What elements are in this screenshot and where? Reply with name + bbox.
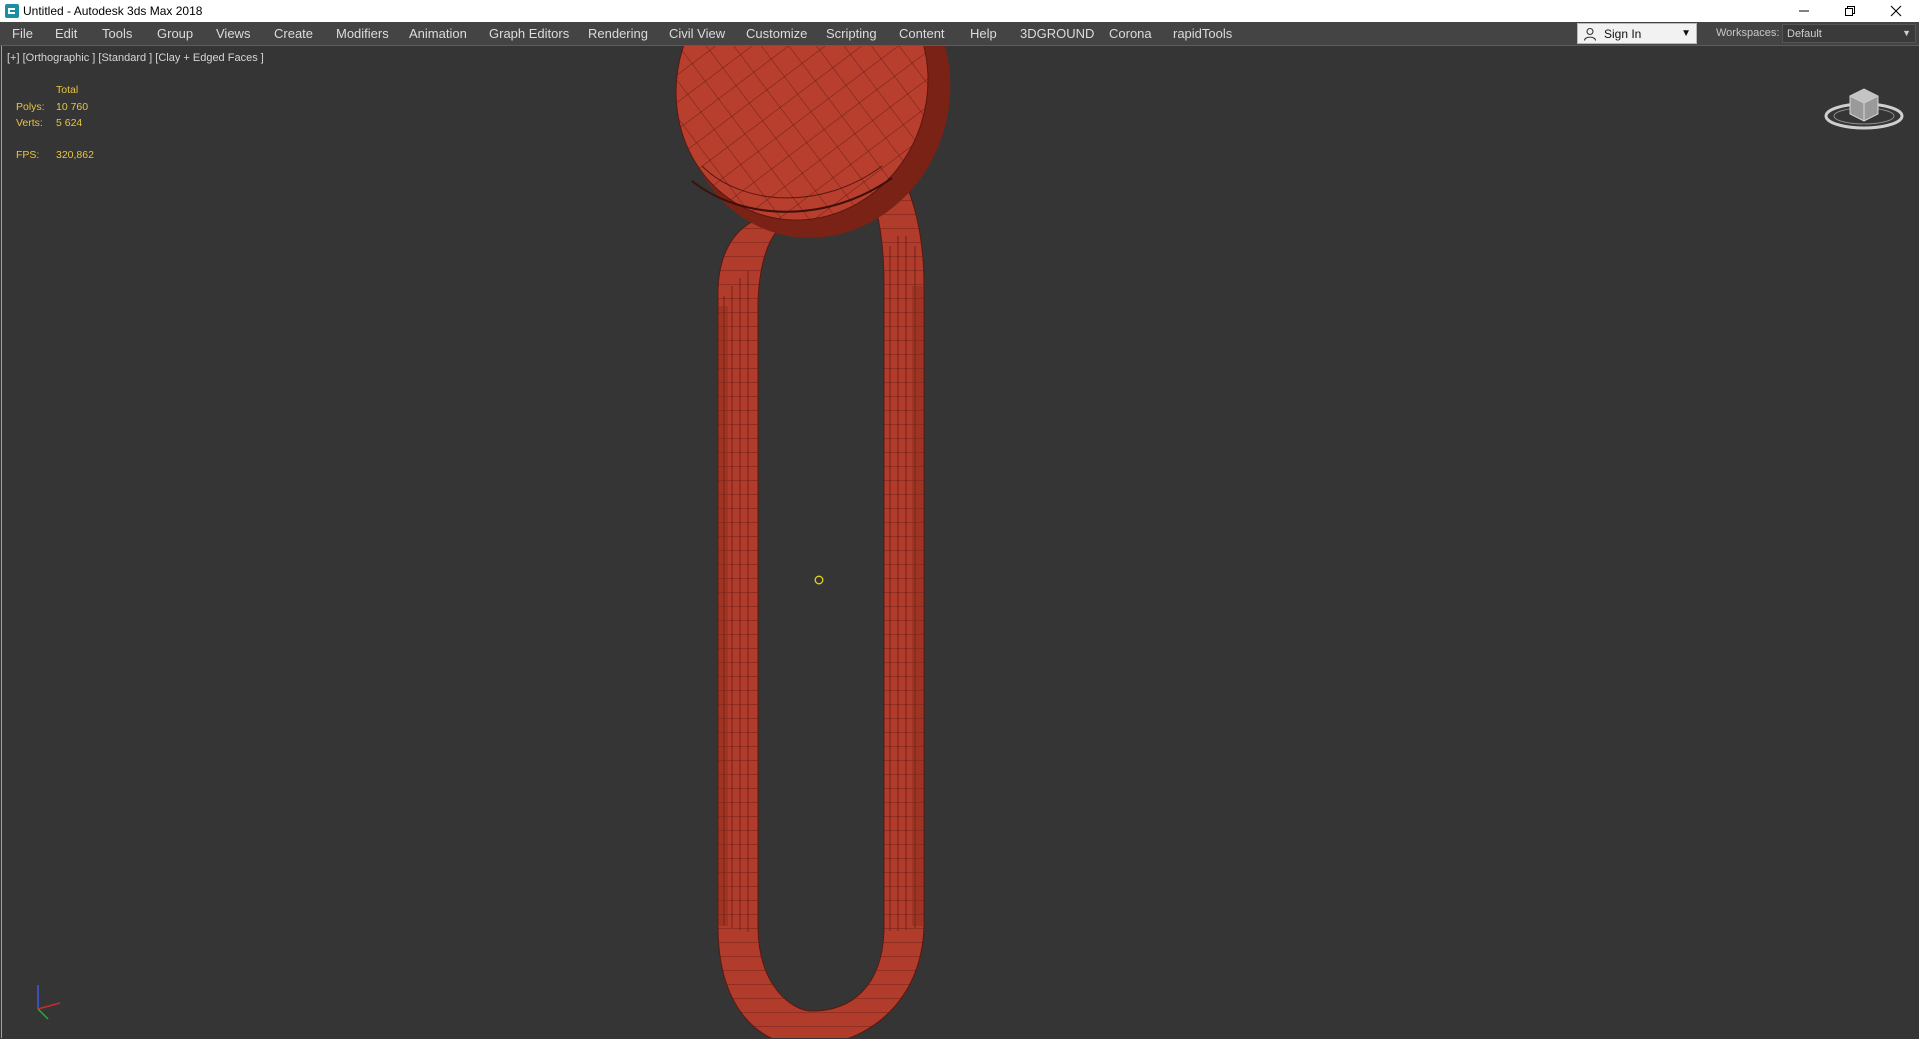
menu-create[interactable]: Create xyxy=(274,26,313,41)
menu-rendering[interactable]: Rendering xyxy=(588,26,648,41)
minimize-button[interactable] xyxy=(1781,0,1827,22)
menu-rapidtools[interactable]: rapidTools xyxy=(1173,26,1232,41)
viewcube-icon[interactable] xyxy=(1822,78,1906,134)
verts-label: Verts: xyxy=(16,117,43,129)
stats-header: Total xyxy=(56,84,79,96)
polys-value: 10 760 xyxy=(56,101,89,113)
axis-tripod-icon xyxy=(37,985,61,1020)
sign-in-dropdown[interactable]: Sign In ▼ xyxy=(1577,23,1697,44)
fps-value: 320,862 xyxy=(56,149,94,161)
menu-3dground[interactable]: 3DGROUND xyxy=(1020,26,1094,41)
menu-tools[interactable]: Tools xyxy=(102,26,132,41)
chevron-down-icon: ▼ xyxy=(1681,28,1691,39)
menu-customize[interactable]: Customize xyxy=(746,26,807,41)
menu-animation[interactable]: Animation xyxy=(409,26,467,41)
menu-bar: File Edit Tools Group Views Create Modif… xyxy=(0,22,1919,46)
menu-content[interactable]: Content xyxy=(899,26,945,41)
workspace-value: Default xyxy=(1787,28,1822,40)
window-title: Untitled - Autodesk 3ds Max 2018 xyxy=(23,4,203,18)
wire-loop xyxy=(717,165,925,1038)
viewport-label[interactable]: [+] [Orthographic ] [Standard ] [Clay + … xyxy=(7,52,264,64)
3ds-max-app-icon xyxy=(5,4,19,18)
pendant-disc xyxy=(675,46,951,238)
close-icon xyxy=(1890,5,1902,17)
menu-civil-view[interactable]: Civil View xyxy=(669,26,725,41)
restore-icon xyxy=(1845,6,1855,16)
menu-scripting[interactable]: Scripting xyxy=(826,26,877,41)
workspaces-label: Workspaces: xyxy=(1716,27,1780,39)
menu-modifiers[interactable]: Modifiers xyxy=(336,26,389,41)
verts-value: 5 624 xyxy=(56,117,83,129)
restore-button[interactable] xyxy=(1827,0,1873,22)
menu-file[interactable]: File xyxy=(12,26,33,41)
close-button[interactable] xyxy=(1873,0,1919,22)
sign-in-label: Sign In xyxy=(1604,27,1642,41)
polys-label: Polys: xyxy=(16,101,45,113)
user-icon xyxy=(1583,27,1597,41)
menu-group[interactable]: Group xyxy=(157,26,193,41)
minimize-icon xyxy=(1799,10,1809,12)
menu-edit[interactable]: Edit xyxy=(55,26,77,41)
workspaces-select[interactable]: Default ▼ xyxy=(1782,24,1916,43)
menu-views[interactable]: Views xyxy=(216,26,250,41)
title-bar: Untitled - Autodesk 3ds Max 2018 xyxy=(0,0,1919,22)
perspective-viewport[interactable]: [+] [Orthographic ] [Standard ] [Clay + … xyxy=(1,46,1918,1038)
chevron-down-icon: ▼ xyxy=(1902,28,1911,38)
menu-help[interactable]: Help xyxy=(970,26,997,41)
scene-model[interactable] xyxy=(2,46,1919,1038)
menu-graph-editors[interactable]: Graph Editors xyxy=(489,26,569,41)
pivot-cursor-icon xyxy=(814,575,824,585)
fps-label: FPS: xyxy=(16,149,40,161)
menu-corona[interactable]: Corona xyxy=(1109,26,1152,41)
